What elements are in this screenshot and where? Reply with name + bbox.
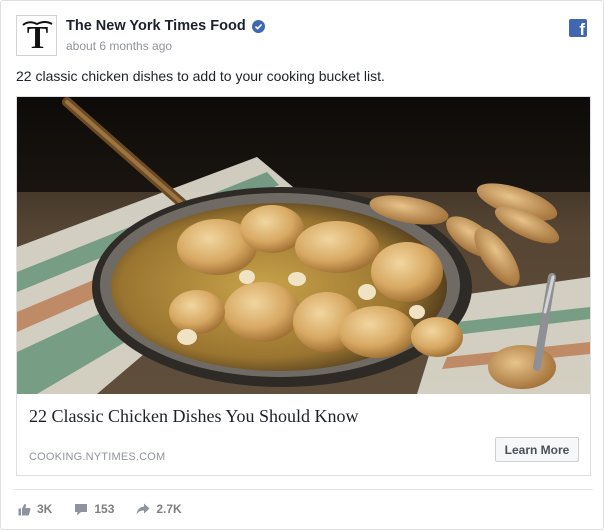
like-icon bbox=[18, 503, 31, 515]
link-attachment[interactable]: 22 Classic Chicken Dishes You Should Kno… bbox=[16, 96, 591, 476]
page-avatar[interactable]: T bbox=[16, 15, 57, 56]
facebook-icon: f bbox=[569, 19, 587, 37]
link-title[interactable]: 22 Classic Chicken Dishes You Should Kno… bbox=[29, 406, 359, 427]
nyt-logo-icon: T bbox=[17, 16, 56, 55]
learn-more-button[interactable]: Learn More bbox=[495, 437, 579, 462]
comments-stat[interactable]: 153 bbox=[74, 502, 114, 516]
verified-icon bbox=[251, 19, 265, 33]
shares-stat[interactable]: 2.7K bbox=[136, 502, 182, 516]
facebook-letter: f bbox=[579, 20, 585, 37]
page-name[interactable]: The New York Times Food bbox=[66, 18, 265, 34]
article-image[interactable] bbox=[17, 97, 590, 394]
likes-stat[interactable]: 3K bbox=[18, 502, 52, 516]
comments-count: 153 bbox=[94, 502, 115, 516]
shares-count: 2.7K bbox=[156, 502, 182, 516]
page-name-label[interactable]: The New York Times Food bbox=[66, 18, 246, 34]
post-card: T The New York Times Food about 6 months… bbox=[0, 0, 604, 530]
post-timestamp[interactable]: about 6 months ago bbox=[66, 39, 172, 53]
link-domain: COOKING.NYTIMES.COM bbox=[29, 451, 166, 463]
comment-icon bbox=[75, 503, 88, 515]
post-text: 22 classic chicken dishes to add to your… bbox=[16, 68, 385, 84]
likes-count: 3K bbox=[37, 502, 53, 516]
footer-divider bbox=[13, 489, 593, 490]
share-icon bbox=[136, 503, 150, 515]
engagement-stats: 3K 153 2.7K bbox=[18, 502, 204, 516]
chicken-pan-photo bbox=[17, 97, 590, 394]
